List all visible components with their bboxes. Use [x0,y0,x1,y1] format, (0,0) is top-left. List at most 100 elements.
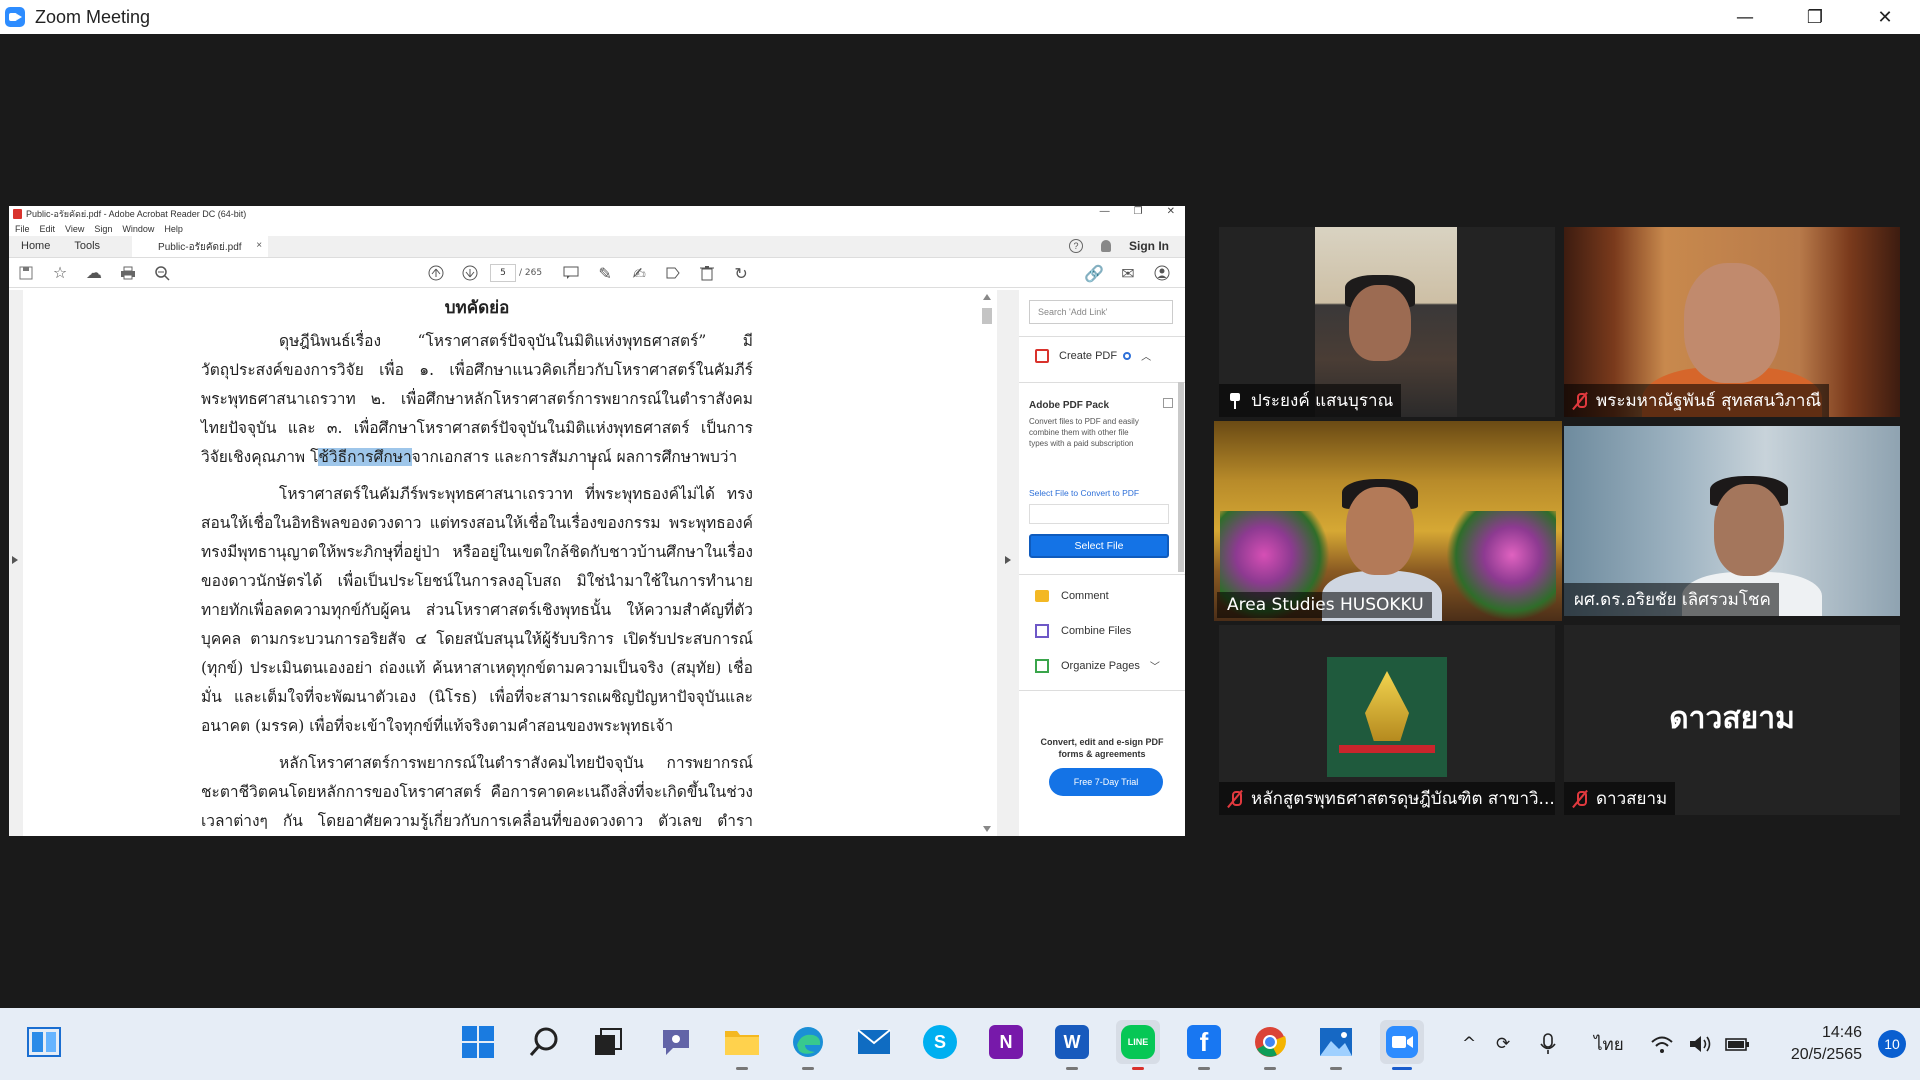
email-icon[interactable]: ✉ [1111,258,1145,288]
document-scrollbar[interactable] [977,290,997,836]
participant-tile[interactable]: ประยงค์ แสนบุราณ [1219,227,1555,417]
menu-edit[interactable]: Edit [40,224,56,234]
divider [1019,690,1185,691]
tools-scroll-thumb[interactable] [1178,382,1184,572]
wifi-icon[interactable] [1650,1008,1674,1080]
scroll-thumb[interactable] [982,308,992,324]
menu-sign[interactable]: Sign [94,224,112,234]
clock[interactable]: 14:46 20/5/2565 [1791,1022,1862,1066]
comment-icon[interactable] [554,258,588,288]
language-indicator[interactable]: ไทย [1594,1008,1624,1080]
select-file-field[interactable] [1029,504,1169,524]
bell-icon[interactable] [1101,240,1111,252]
participant-tile[interactable]: ผศ.ดร.อริยชัย เลิศรวมโชค [1564,426,1900,616]
tools-pane-scrollbar[interactable] [1177,332,1185,682]
next-page-icon[interactable] [453,258,487,288]
facebook-button[interactable]: f [1182,1020,1226,1070]
tab-home[interactable]: Home [9,240,62,257]
free-trial-button[interactable]: Free 7-Day Trial [1049,768,1163,796]
prev-page-icon[interactable] [419,258,453,288]
save-icon[interactable] [9,258,43,288]
scroll-up-icon[interactable] [983,294,991,300]
combine-files-icon [1035,624,1049,638]
divider [1019,574,1185,575]
tab-close-icon[interactable]: × [256,240,262,251]
left-panel-toggle[interactable] [9,290,23,836]
taskbar: S N W LINE f ^ ⟳ ไทย 14:46 20/5/2565 10 [0,1008,1920,1080]
stamp-icon[interactable] [656,258,690,288]
acrobat-minimize-button[interactable]: — [1100,206,1110,217]
file-explorer-button[interactable] [720,1020,764,1070]
start-button[interactable] [456,1020,500,1064]
zoom-out-icon[interactable] [145,258,179,288]
menu-help[interactable]: Help [164,224,183,234]
page-number-input[interactable]: 5 [490,264,516,282]
restore-button[interactable]: ❐ [1780,0,1850,34]
battery-icon[interactable] [1724,1008,1750,1080]
participant-tile[interactable]: ดาวสยาม ดาวสยาม [1564,625,1900,815]
chrome-button[interactable] [1248,1020,1292,1070]
menu-view[interactable]: View [65,224,84,234]
volume-icon[interactable] [1688,1008,1714,1080]
document-view[interactable]: บทคัดย่อ ดุษฎีนิพนธ์เรื่อง “โหราศาสตร์ปั… [23,290,986,836]
copy-icon[interactable] [1163,398,1173,408]
rotate-icon[interactable]: ↻ [724,258,758,288]
close-button[interactable]: ✕ [1850,0,1920,34]
running-indicator [1330,1067,1342,1070]
minimize-button[interactable]: — [1710,0,1780,34]
participant-tile[interactable]: หลักสูตรพุทธศาสตรดุษฎีบัณฑิต สาขาวิ... [1219,625,1555,815]
create-pdf-tool[interactable]: Create PDF ︿ [1035,348,1151,363]
print-icon[interactable] [111,258,145,288]
participant-tile-active-speaker[interactable]: Area Studies HUSOKKU [1214,421,1562,621]
line-button[interactable]: LINE [1116,1020,1160,1070]
zoom-button[interactable] [1380,1020,1424,1070]
sync-icon[interactable]: ⟳ [1496,1008,1510,1080]
running-indicator [736,1067,748,1070]
acrobat-close-button[interactable]: ✕ [1167,206,1175,217]
pin-icon [1229,392,1241,410]
selected-text[interactable]: ช้วิธีการศึกษา [318,448,412,466]
chevron-down-icon[interactable]: ﹀ [1150,658,1160,673]
right-panel-toggle[interactable] [997,290,1019,836]
expand-left-icon [12,556,18,564]
photos-button[interactable] [1314,1020,1358,1070]
zoom-logo-icon [5,7,25,27]
link-icon[interactable]: 🔗 [1077,258,1111,288]
notification-badge[interactable]: 10 [1878,1030,1906,1058]
select-file-button[interactable]: Select File [1029,534,1169,558]
widgets-button[interactable] [22,1020,66,1064]
edge-button[interactable] [786,1020,830,1070]
share-user-icon[interactable] [1145,258,1179,288]
bookmark-star-icon[interactable]: ☆ [43,258,77,288]
word-button[interactable]: W [1050,1020,1094,1070]
upload-cloud-icon[interactable]: ☁ [77,258,111,288]
menu-window[interactable]: Window [122,224,154,234]
sign-icon[interactable]: ✍ [622,258,656,288]
microphone-icon[interactable] [1540,1008,1556,1080]
comment-tool[interactable]: Comment [1035,590,1109,602]
acrobat-restore-button[interactable]: ❐ [1134,206,1143,217]
menu-file[interactable]: File [15,224,30,234]
pen-icon[interactable]: ✎ [588,258,622,288]
task-view-icon [595,1028,622,1055]
sign-in-button[interactable]: Sign In [1129,239,1169,253]
running-indicator [1066,1067,1078,1070]
search-button[interactable] [522,1020,566,1064]
tools-search-input[interactable]: Search 'Add Link' [1029,300,1173,324]
select-file-label[interactable]: Select File to Convert to PDF [1029,488,1139,498]
participant-tile[interactable]: พระมหาณัฐพันธ์ สุทสสนวิภาณี [1564,227,1900,417]
chevron-up-icon[interactable]: ︿ [1141,348,1151,363]
mail-button[interactable] [852,1020,896,1064]
chat-button[interactable] [654,1020,698,1064]
organize-pages-tool[interactable]: Organize Pages ﹀ [1035,658,1160,673]
help-icon[interactable]: ? [1069,239,1083,253]
trash-icon[interactable] [690,258,724,288]
onenote-button[interactable]: N [984,1020,1028,1064]
combine-files-tool[interactable]: Combine Files [1035,624,1131,638]
scroll-down-icon[interactable] [983,826,991,832]
skype-button[interactable]: S [918,1020,962,1064]
tab-document[interactable]: Public-อรัยคัดย่.pdf × [132,235,269,257]
task-view-button[interactable] [586,1020,630,1064]
tray-overflow-icon[interactable]: ^ [1462,1008,1476,1080]
tab-tools[interactable]: Tools [62,240,112,257]
